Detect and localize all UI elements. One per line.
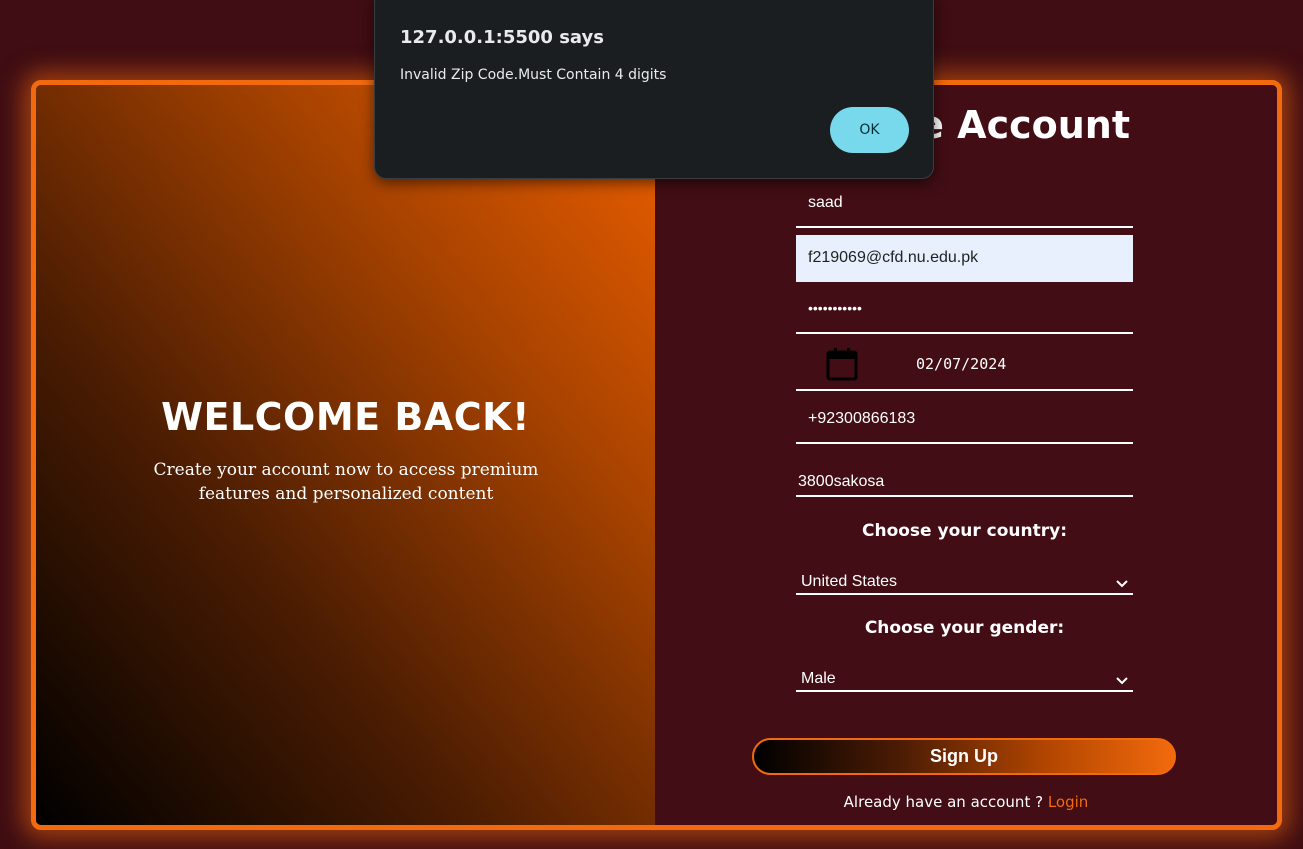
login-prompt-text: Already have an account ? (843, 793, 1044, 811)
signup-button[interactable]: Sign Up (752, 738, 1176, 775)
country-select-value: United States (801, 573, 898, 590)
welcome-title: WELCOME BACK! (161, 395, 530, 439)
password-input-value: ••••••••••• (808, 300, 862, 316)
gender-select-value: Male (801, 670, 836, 687)
date-input[interactable]: 02/07/2024 (796, 339, 1133, 391)
alert-dialog: 127.0.0.1:5500 says Invalid Zip Code.Mus… (374, 0, 934, 179)
phone-input-value: +92300866183 (808, 410, 916, 427)
ok-button[interactable]: OK (830, 107, 909, 153)
page: WELCOME BACK! Create your account now to… (0, 0, 1303, 849)
login-link[interactable]: Login (1048, 793, 1088, 811)
chevron-down-icon (1116, 580, 1128, 588)
calendar-icon[interactable] (826, 347, 858, 381)
gender-label: Choose your gender: (864, 618, 1065, 638)
signup-form: Create Account saad f219069@cfd.nu.edu.p… (655, 85, 1277, 825)
zip-input[interactable]: 3800sakosa (796, 460, 1133, 497)
country-label: Choose your country: (861, 521, 1068, 541)
email-input-value: f219069@cfd.nu.edu.pk (808, 249, 979, 266)
zip-input-value: 3800sakosa (798, 473, 885, 490)
password-input[interactable]: ••••••••••• (796, 287, 1133, 334)
gender-select[interactable]: Male (796, 664, 1133, 692)
email-input[interactable]: f219069@cfd.nu.edu.pk (796, 235, 1133, 282)
welcome-panel: WELCOME BACK! Create your account now to… (36, 85, 655, 825)
alert-dialog-title: 127.0.0.1:5500 says (400, 27, 604, 48)
alert-dialog-message: Invalid Zip Code.Must Contain 4 digits (400, 67, 667, 83)
chevron-down-icon (1116, 677, 1128, 685)
name-input-value: saad (808, 194, 843, 211)
date-input-value: 02/07/2024 (916, 355, 1007, 373)
signup-card: WELCOME BACK! Create your account now to… (31, 80, 1282, 830)
country-select[interactable]: United States (796, 567, 1133, 595)
phone-input[interactable]: +92300866183 (796, 396, 1133, 444)
login-prompt: Already have an account ? Login (655, 793, 1277, 811)
welcome-subtitle: Create your account now to access premiu… (153, 460, 539, 504)
name-input[interactable]: saad (796, 180, 1133, 228)
